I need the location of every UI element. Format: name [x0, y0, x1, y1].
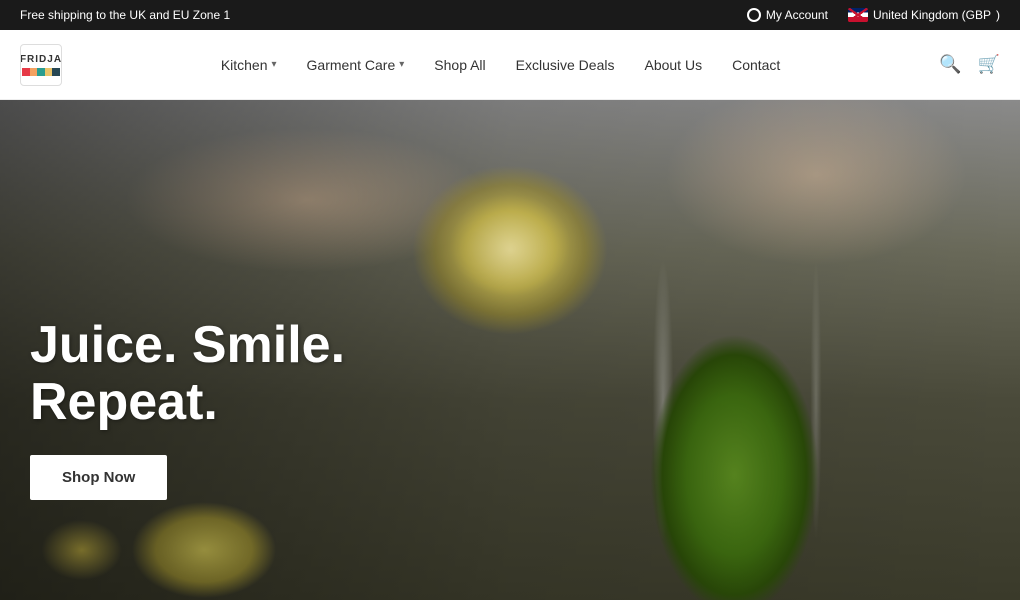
region-selector[interactable]: United Kingdom (GBP ) — [848, 8, 1000, 22]
uk-flag-icon — [848, 8, 868, 22]
nav-link-kitchen[interactable]: Kitchen ▾ — [221, 57, 277, 73]
cart-button[interactable]: 🛒 — [978, 54, 1000, 75]
nav-item-kitchen[interactable]: Kitchen ▾ — [221, 57, 277, 73]
shop-now-button[interactable]: Shop Now — [30, 455, 167, 500]
logo-text: FRIDJA — [20, 54, 62, 65]
region-label: United Kingdom (GBP — [873, 8, 991, 22]
shipping-text: Free shipping to the UK and EU Zone 1 — [20, 8, 230, 22]
hero-title-line2: Repeat. — [30, 373, 218, 431]
hero-section: Juice. Smile. Repeat. Shop Now — [0, 100, 1020, 600]
nav-label-contact: Contact — [732, 57, 780, 73]
nav-item-exclusive-deals[interactable]: Exclusive Deals — [516, 57, 615, 73]
nav-item-garment-care[interactable]: Garment Care ▾ — [307, 57, 405, 73]
nav-item-contact[interactable]: Contact — [732, 57, 780, 73]
nav-link-about-us[interactable]: About Us — [644, 57, 702, 73]
nav-label-exclusive-deals: Exclusive Deals — [516, 57, 615, 73]
nav-label-shop-all: Shop All — [434, 57, 485, 73]
chevron-down-icon: ▾ — [272, 59, 277, 70]
nav-link-exclusive-deals[interactable]: Exclusive Deals — [516, 57, 615, 73]
nav-link-contact[interactable]: Contact — [732, 57, 780, 73]
hero-content: Juice. Smile. Repeat. Shop Now — [30, 317, 345, 500]
region-paren: ) — [996, 8, 1000, 22]
account-label: My Account — [766, 8, 828, 22]
logo-box: FRIDJA — [20, 44, 62, 86]
chevron-down-icon-2: ▾ — [399, 59, 404, 70]
account-link[interactable]: My Account — [747, 8, 828, 22]
logo-stripes — [22, 68, 60, 76]
navbar: FRIDJA Kitchen ▾ Garment Care ▾ — [0, 30, 1020, 100]
nav-links: Kitchen ▾ Garment Care ▾ Shop All Exclus… — [221, 57, 781, 73]
logo-area[interactable]: FRIDJA — [20, 44, 62, 86]
nav-label-about-us: About Us — [644, 57, 702, 73]
search-icon: 🔍 — [939, 54, 961, 75]
stripe-orange — [30, 68, 38, 76]
nav-icons: 🔍 🛒 — [939, 54, 1000, 75]
top-bar-right: My Account United Kingdom (GBP ) — [747, 8, 1000, 22]
nav-link-shop-all[interactable]: Shop All — [434, 57, 485, 73]
stripe-yellow — [45, 68, 53, 76]
stripe-teal — [37, 68, 45, 76]
nav-label-kitchen: Kitchen — [221, 57, 268, 73]
hero-title: Juice. Smile. Repeat. — [30, 317, 345, 431]
stripe-dark — [52, 68, 60, 76]
nav-label-garment-care: Garment Care — [307, 57, 396, 73]
top-bar: Free shipping to the UK and EU Zone 1 My… — [0, 0, 1020, 30]
search-button[interactable]: 🔍 — [939, 54, 961, 75]
account-icon — [747, 8, 761, 22]
stripe-red — [22, 68, 30, 76]
nav-item-about-us[interactable]: About Us — [644, 57, 702, 73]
nav-item-shop-all[interactable]: Shop All — [434, 57, 485, 73]
hero-title-line1: Juice. Smile. — [30, 316, 345, 374]
cart-icon: 🛒 — [978, 54, 1000, 75]
nav-link-garment-care[interactable]: Garment Care ▾ — [307, 57, 405, 73]
